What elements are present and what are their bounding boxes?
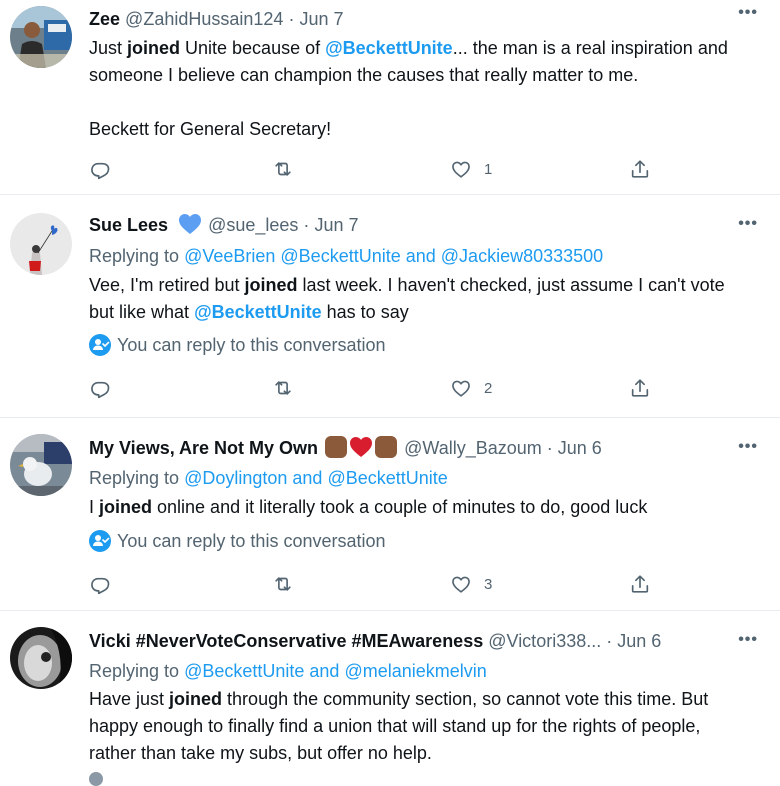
raised-fist-icon <box>375 436 398 458</box>
red-heart-icon <box>350 437 373 457</box>
blue-heart-icon <box>179 214 202 234</box>
avatar[interactable] <box>10 434 72 496</box>
highlight-word: joined <box>244 275 298 295</box>
replying-to: Replying to @VeeBrien @BeckettUnite and … <box>89 246 604 266</box>
tweet-header: My Views, Are Not My Own @Wally_Bazoum ·… <box>89 435 766 461</box>
heart-icon <box>450 377 472 399</box>
retweet-icon <box>272 377 294 399</box>
reply-icon <box>89 573 111 595</box>
share-icon <box>629 158 651 180</box>
reply-permission: You can reply to this conversation <box>89 332 386 358</box>
tweet[interactable]: Vicki #NeverVoteConservative #MEAwarenes… <box>0 611 780 785</box>
separator: · <box>606 631 613 651</box>
like-button[interactable]: 2 <box>450 375 492 401</box>
mention-link[interactable]: @VeeBrien <box>184 246 275 266</box>
replying-to: Replying to @Doylington and @BeckettUnit… <box>89 468 448 488</box>
display-name[interactable]: Vicki #NeverVoteConservative #MEAwarenes… <box>89 631 483 651</box>
person-check-icon <box>89 530 111 552</box>
mention-link[interactable]: @BeckettUnite <box>327 468 447 488</box>
tweet-header: Vicki #NeverVoteConservative #MEAwarenes… <box>89 628 766 654</box>
like-count: 1 <box>484 160 493 178</box>
replying-to: Replying to @BeckettUnite and @melaniekm… <box>89 661 487 681</box>
like-button[interactable]: 3 <box>450 571 492 597</box>
retweet-icon <box>272 573 294 595</box>
person-check-icon <box>89 772 103 786</box>
more-icon[interactable]: ••• <box>738 632 758 648</box>
reply-icon <box>89 377 111 399</box>
separator: · <box>303 215 310 235</box>
mention-link[interactable]: @BeckettUnite <box>184 661 304 681</box>
tweet[interactable]: Zee @ZahidHussain124 · Jun 7 ••• Just jo… <box>0 0 780 195</box>
handle[interactable]: @Victori338... <box>488 631 601 651</box>
handle[interactable]: @sue_lees <box>208 215 298 235</box>
person-check-icon <box>89 334 111 356</box>
action-bar: 3 <box>89 571 689 597</box>
tweet-text: Just joined Unite because of @BeckettUni… <box>89 38 728 139</box>
handle[interactable]: @ZahidHussain124 <box>125 9 283 29</box>
tweet-header: Sue Lees @sue_lees · Jun 7 <box>89 212 766 238</box>
tweet[interactable]: Sue Lees @sue_lees · Jun 7 ••• Replying … <box>0 195 780 418</box>
tweet-header: Zee @ZahidHussain124 · Jun 7 <box>89 6 766 32</box>
share-button[interactable] <box>629 571 651 597</box>
display-name[interactable]: Sue Lees <box>89 215 168 235</box>
more-icon[interactable]: ••• <box>738 5 758 21</box>
mention-link[interactable]: @BeckettUnite <box>325 38 453 58</box>
retweet-button[interactable] <box>272 571 294 597</box>
timestamp[interactable]: Jun 6 <box>617 631 661 651</box>
reply-permission: You can reply to this conversation <box>89 528 386 554</box>
like-button[interactable]: 1 <box>450 156 492 182</box>
retweet-icon <box>272 158 294 180</box>
reply-button[interactable] <box>89 156 111 182</box>
more-icon[interactable]: ••• <box>738 216 758 232</box>
tweet-text-line: Beckett for General Secretary! <box>89 119 332 139</box>
highlight-word: joined <box>127 38 181 58</box>
avatar[interactable] <box>10 213 72 275</box>
tweet[interactable]: My Views, Are Not My Own @Wally_Bazoum ·… <box>0 418 780 611</box>
mention-link[interactable]: @melaniekmelvin <box>344 661 486 681</box>
mention-link[interactable]: @BeckettUnite <box>280 246 400 266</box>
avatar[interactable] <box>10 6 72 68</box>
handle[interactable]: @Wally_Bazoum <box>404 438 542 458</box>
share-icon <box>629 573 651 595</box>
retweet-button[interactable] <box>272 156 294 182</box>
tweet-text: Vee, I'm retired but joined last week. I… <box>89 275 725 322</box>
separator: · <box>546 438 553 458</box>
mention-link[interactable]: @Doylington <box>184 468 287 488</box>
reply-button[interactable] <box>89 375 111 401</box>
separator: · <box>288 9 295 29</box>
tweet-text: Have just joined through the community s… <box>89 689 709 763</box>
more-icon[interactable]: ••• <box>738 439 758 455</box>
heart-icon <box>450 573 472 595</box>
action-bar: 1 <box>89 156 689 182</box>
highlight-word: joined <box>99 497 153 517</box>
avatar[interactable] <box>10 627 72 689</box>
raised-fist-icon <box>325 436 348 458</box>
mention-link[interactable]: @Jackiew80333500 <box>441 246 603 266</box>
reply-button[interactable] <box>89 571 111 597</box>
timestamp[interactable]: Jun 7 <box>314 215 358 235</box>
timestamp[interactable]: Jun 6 <box>558 438 602 458</box>
highlight-word: joined <box>169 689 223 709</box>
like-count: 3 <box>484 575 493 593</box>
timestamp[interactable]: Jun 7 <box>299 9 343 29</box>
retweet-button[interactable] <box>272 375 294 401</box>
heart-icon <box>450 158 472 180</box>
display-name[interactable]: Zee <box>89 9 120 29</box>
reply-icon <box>89 158 111 180</box>
share-button[interactable] <box>629 375 651 401</box>
mention-link[interactable]: @BeckettUnite <box>194 302 322 322</box>
tweet-text: I joined online and it literally took a … <box>89 497 648 517</box>
share-icon <box>629 377 651 399</box>
share-button[interactable] <box>629 156 651 182</box>
like-count: 2 <box>484 379 493 397</box>
display-name[interactable]: My Views, Are Not My Own <box>89 438 318 458</box>
action-bar: 2 <box>89 375 689 401</box>
